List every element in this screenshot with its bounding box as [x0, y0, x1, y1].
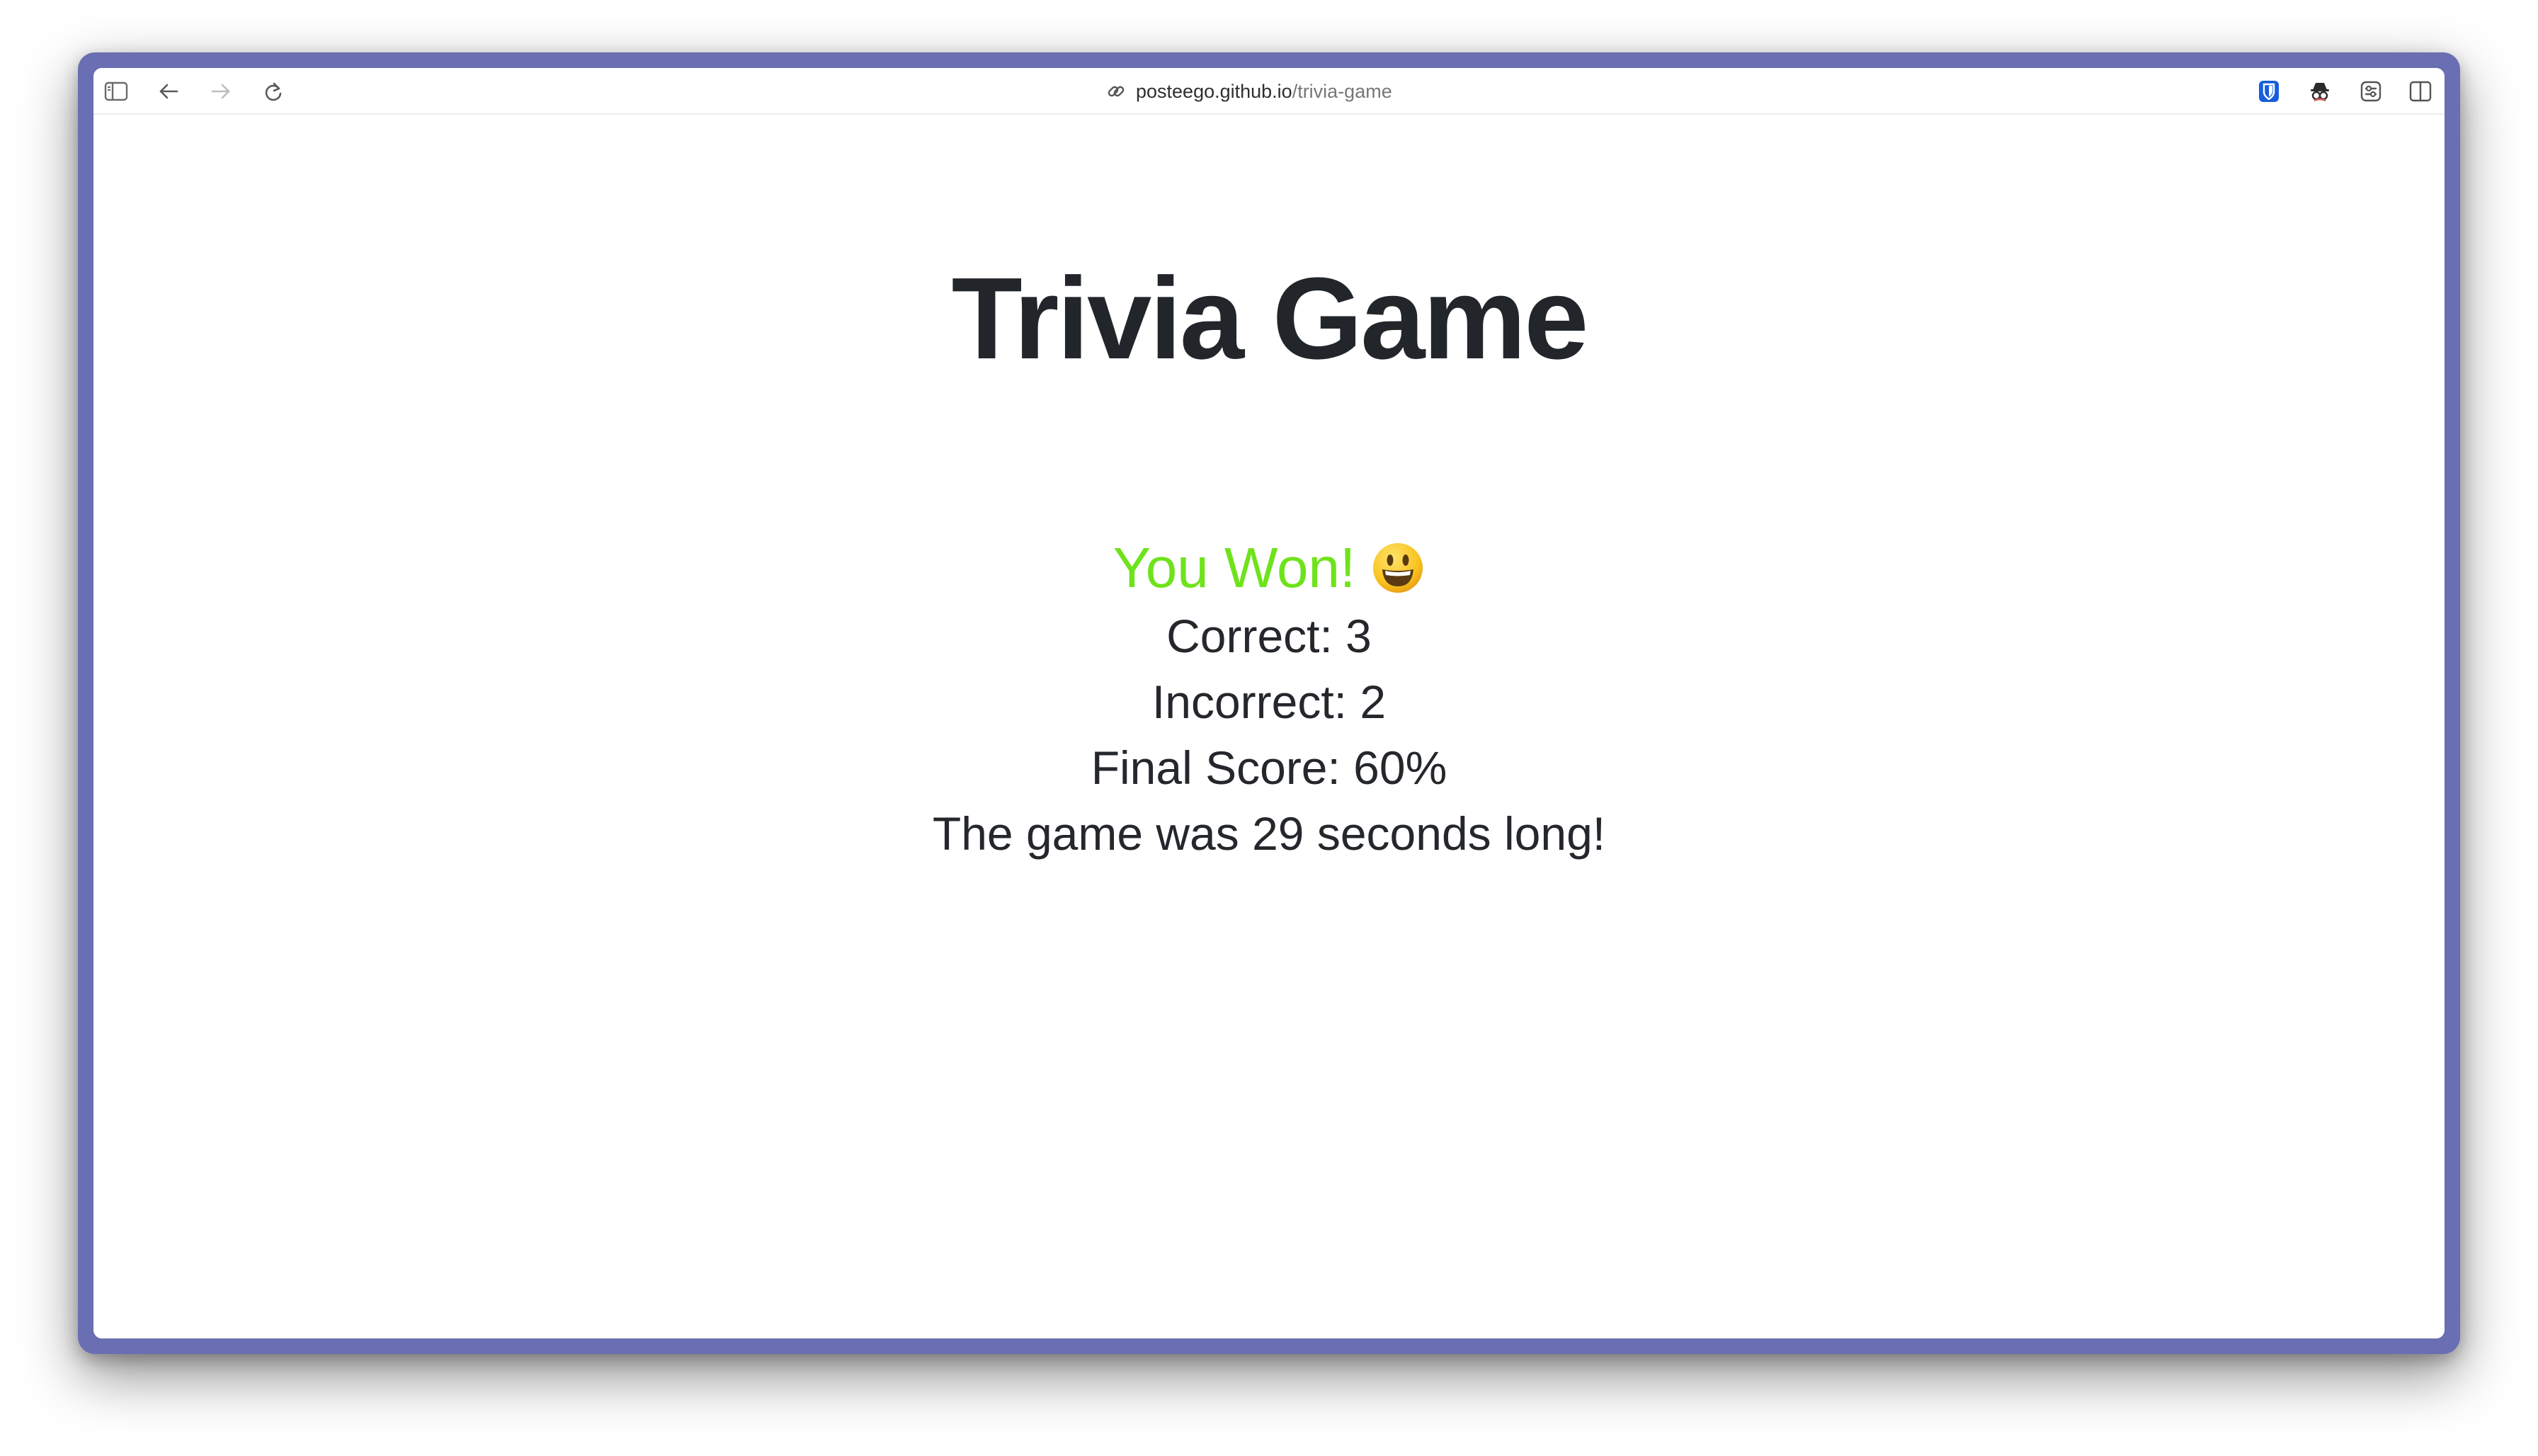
extension-icon[interactable]	[2357, 77, 2385, 106]
game-duration: The game was 29 seconds long!	[932, 807, 1606, 860]
bitwarden-icon[interactable]	[2255, 77, 2283, 106]
arrow-right-icon	[211, 84, 230, 99]
browser-toolbar: posteego.github.io/trivia-game	[93, 68, 2445, 115]
page-content: Trivia Game You Won! Correct: 3 Incorrec…	[93, 115, 2445, 1338]
screen: posteego.github.io/trivia-game Trivia Ga…	[0, 0, 2538, 1456]
url-text: posteego.github.io/trivia-game	[1136, 80, 1392, 102]
page-title: Trivia Game	[951, 254, 1589, 383]
browser-window-frame: posteego.github.io/trivia-game Trivia Ga…	[78, 52, 2460, 1354]
reload-button[interactable]	[259, 77, 288, 106]
reload-icon	[265, 82, 282, 101]
correct-count: Correct: 3	[1166, 610, 1372, 662]
smiley-icon	[1373, 543, 1423, 593]
final-score: Final Score: 60%	[1091, 741, 1447, 794]
sidebar-icon[interactable]	[102, 77, 130, 106]
split-view-icon[interactable]	[2406, 77, 2435, 106]
arrow-left-icon	[159, 84, 178, 99]
win-message-row: You Won!	[93, 533, 2445, 603]
browser-window: posteego.github.io/trivia-game Trivia Ga…	[93, 68, 2445, 1338]
back-button[interactable]	[154, 77, 183, 106]
incognito-icon[interactable]	[2306, 77, 2334, 106]
incorrect-count: Incorrect: 2	[1151, 676, 1387, 728]
win-message: You Won!	[1112, 536, 1356, 599]
address-bar[interactable]: posteego.github.io/trivia-game	[1106, 68, 1392, 115]
result-summary: You Won! Correct: 3 Incorrect: 2 Final S…	[93, 533, 2445, 867]
forward-button[interactable]	[207, 77, 235, 106]
link-icon	[1108, 86, 1125, 97]
